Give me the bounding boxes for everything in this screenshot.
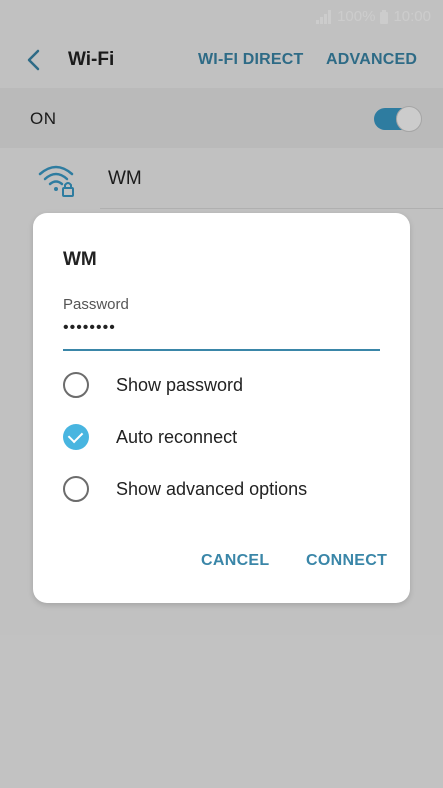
option-label: Show advanced options (116, 479, 308, 499)
show-advanced-options-checkbox[interactable] (63, 476, 89, 502)
wifi-settings-screen: 100% 10:00 Wi-Fi WI-FI DIRECT ADVANCED O… (0, 0, 443, 788)
option-label: Auto reconnect (116, 427, 238, 447)
connect-button[interactable]: CONNECT (306, 552, 387, 570)
wifi-password-dialog: WM Password •••••••• Show password Auto … (33, 213, 410, 603)
option-label: Show password (116, 375, 244, 395)
auto-reconnect-checkbox[interactable] (63, 424, 89, 450)
password-underline (63, 349, 380, 351)
show-password-option[interactable]: Show password (63, 370, 383, 400)
password-label: Password (63, 296, 129, 313)
dialog-title: WM (63, 249, 97, 270)
cancel-button[interactable]: CANCEL (201, 552, 269, 570)
show-password-checkbox[interactable] (63, 372, 89, 398)
password-input[interactable]: •••••••• (63, 319, 116, 337)
show-advanced-options-option[interactable]: Show advanced options (63, 474, 383, 504)
auto-reconnect-option[interactable]: Auto reconnect (63, 422, 383, 452)
